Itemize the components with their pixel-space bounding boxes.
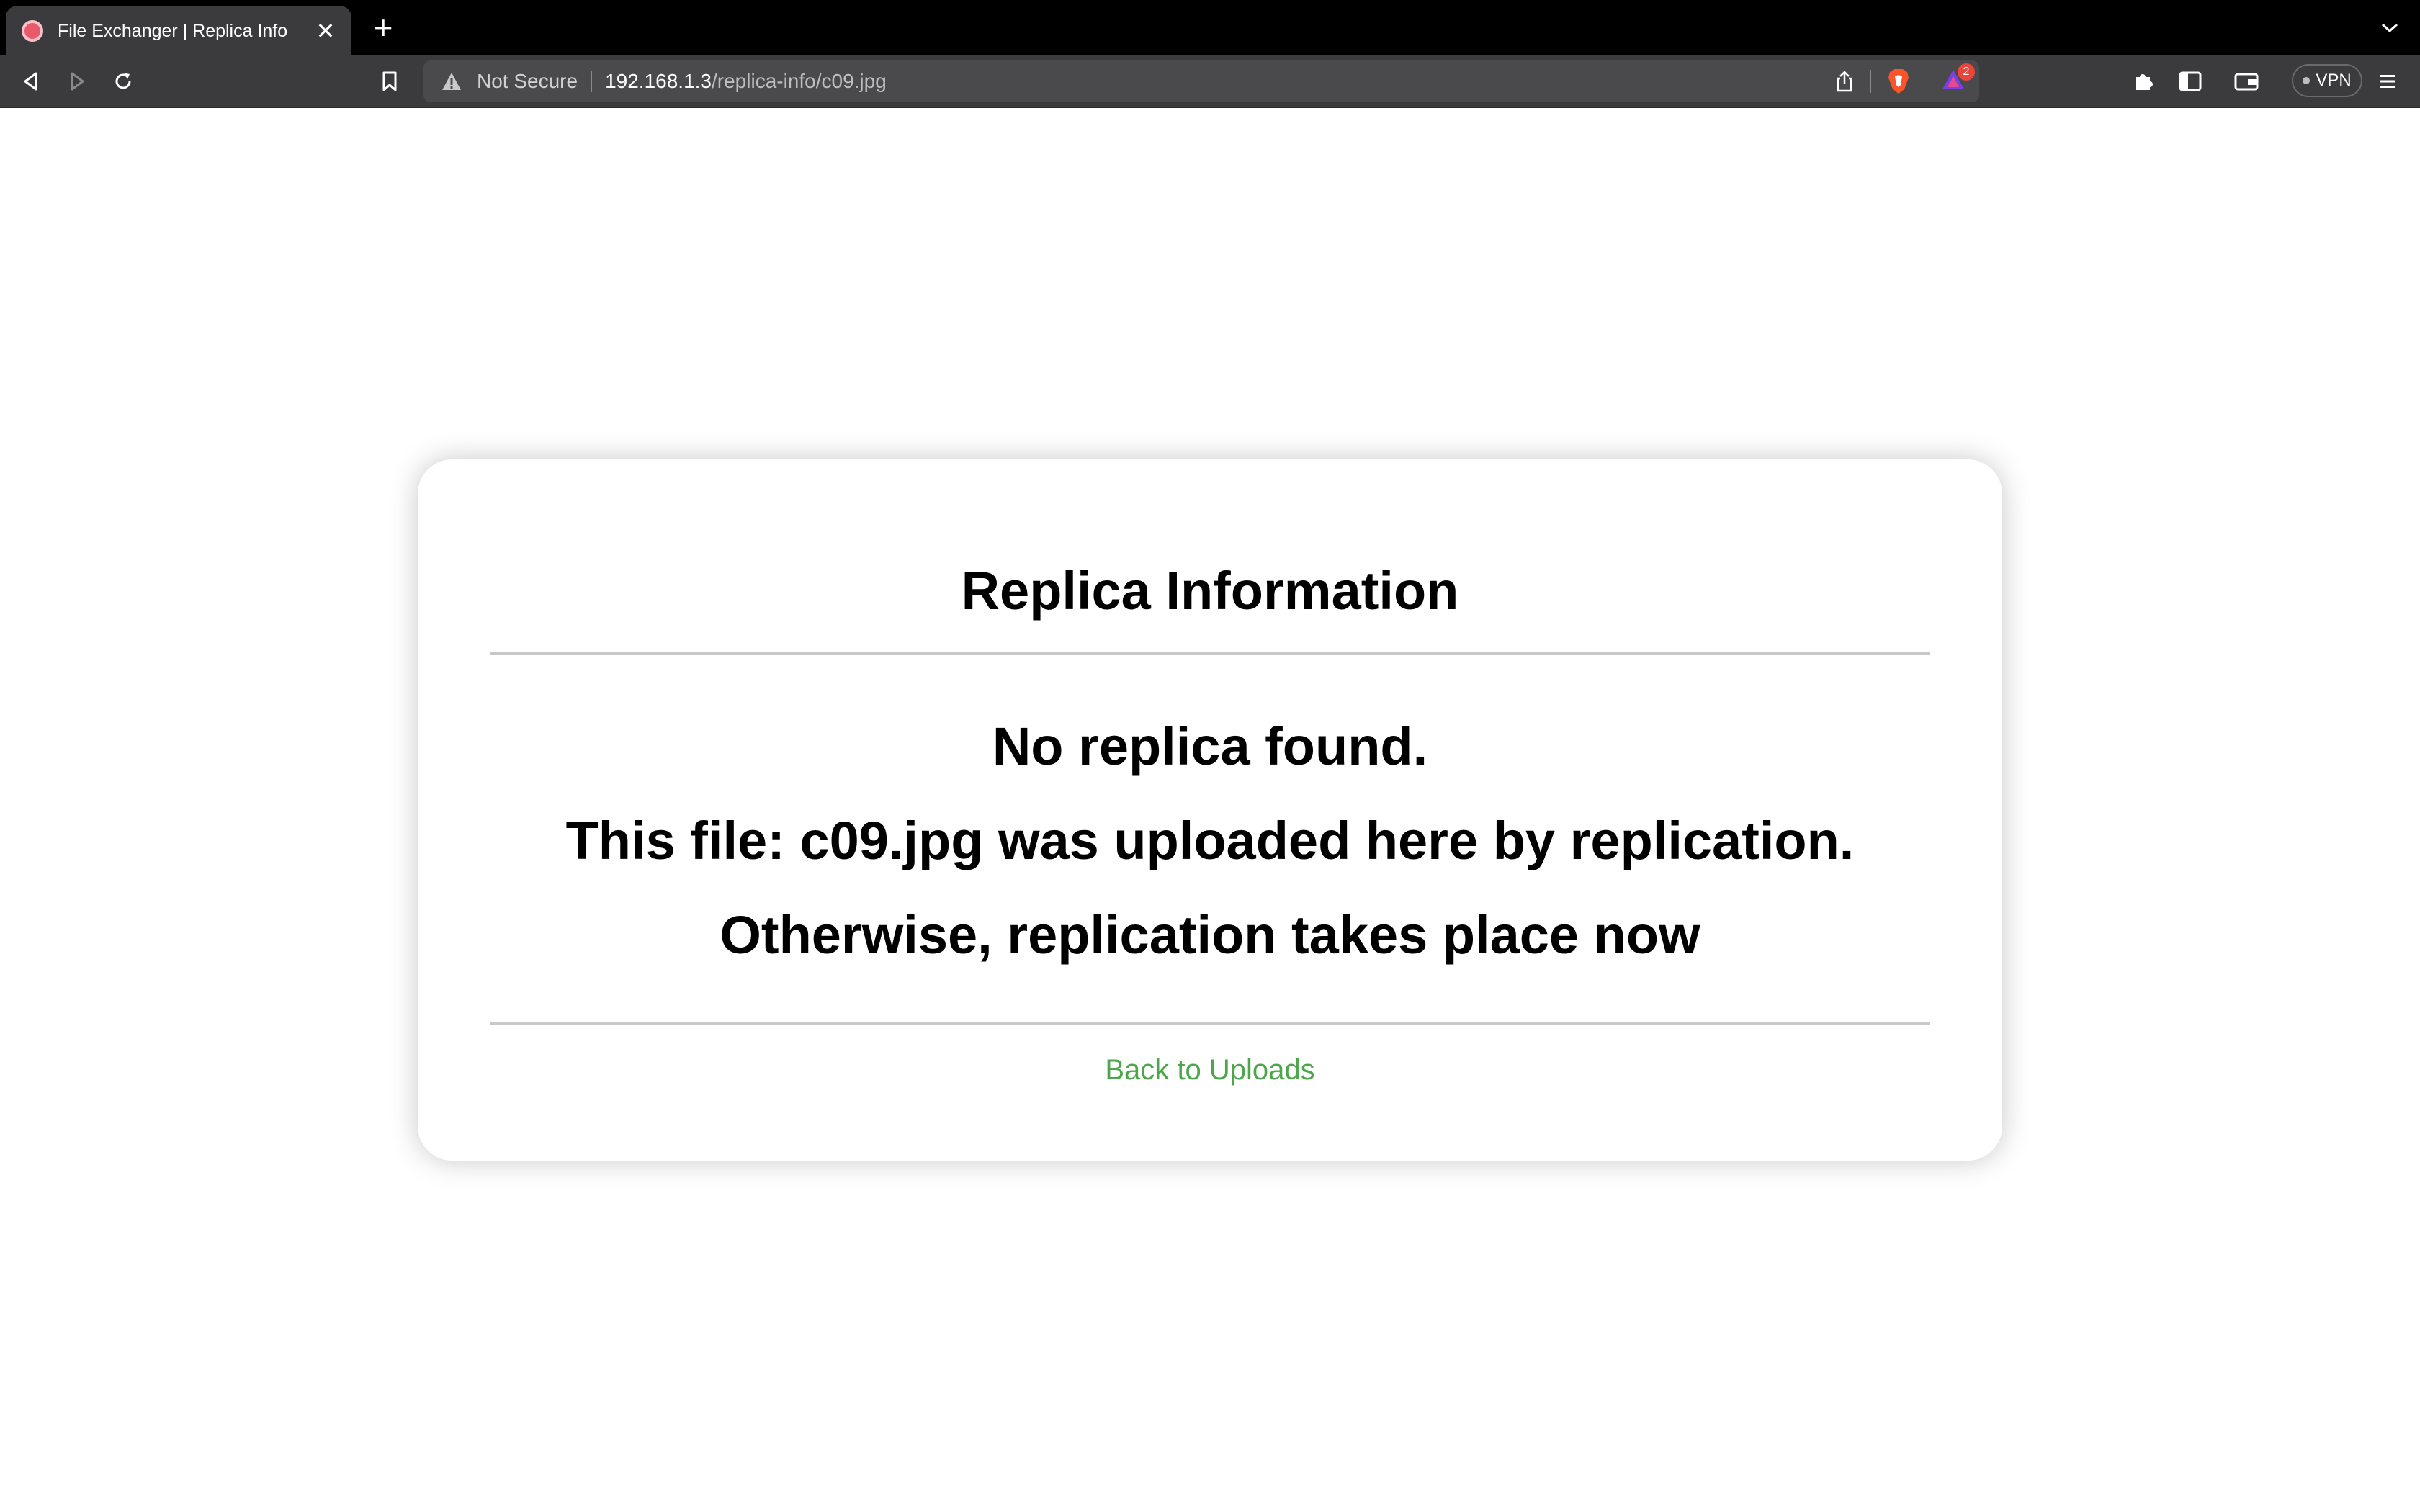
security-label[interactable]: Not Secure [477, 70, 578, 93]
warning-icon [442, 73, 461, 90]
vpn-status-dot [2303, 77, 2311, 84]
back-to-uploads-link[interactable]: Back to Uploads [418, 1054, 2002, 1086]
address-bar-actions: 2 [1834, 63, 1975, 96]
no-replica-message: No replica found. [992, 716, 1428, 776]
menu-button[interactable] [2374, 68, 2401, 95]
chevron-down-icon[interactable] [2380, 20, 2400, 35]
forward-button[interactable] [63, 68, 91, 95]
address-divider [591, 71, 593, 92]
wallet-icon [2234, 73, 2259, 91]
tab-strip: File Exchanger | Replica Info ✕ + [0, 0, 2420, 56]
sidebar-icon [2179, 71, 2202, 91]
actions-divider [1870, 70, 1871, 93]
back-button[interactable] [17, 68, 45, 95]
page-title: Replica Information [961, 561, 1459, 621]
share-icon[interactable] [1834, 70, 1855, 93]
browser-toolbar: Not Secure 192.168.1.3/replica-info/c09.… [0, 55, 2420, 108]
bookmark-icon [382, 71, 397, 91]
bottom-divider [490, 1022, 1930, 1025]
url-host: 192.168.1.3 [605, 70, 712, 92]
browser-tab[interactable]: File Exchanger | Replica Info ✕ [6, 6, 351, 56]
vpn-button[interactable]: VPN [2292, 64, 2362, 97]
reload-button[interactable] [109, 68, 137, 95]
brave-shields-icon[interactable] [1886, 68, 1912, 95]
replication-source-message: This file: c09.jpg was uploaded here by … [565, 811, 1855, 870]
hamburger-menu-icon [2380, 75, 2395, 88]
back-arrow-icon [24, 72, 37, 91]
sidebar-toggle-button[interactable] [2177, 68, 2204, 95]
brave-rewards-button[interactable]: 2 [1940, 63, 1975, 96]
rewards-badge: 2 [1958, 63, 1975, 81]
favicon-icon [22, 20, 43, 42]
url-path: /replica-info/c09.jpg [712, 70, 887, 92]
tab-title: File Exchanger | Replica Info [58, 20, 288, 41]
vpn-label: VPN [2316, 71, 2352, 90]
replication-status-message: Otherwise, replication takes place now [720, 905, 1700, 965]
extensions-button[interactable] [2129, 68, 2156, 95]
puzzle-icon [2136, 74, 2153, 90]
close-tab-icon[interactable]: ✕ [314, 19, 337, 42]
wallet-button[interactable] [2233, 68, 2260, 95]
bookmark-button[interactable] [376, 68, 403, 95]
replica-info-card: Replica Information No replica found. Th… [418, 459, 2002, 1161]
forward-arrow-icon [71, 72, 84, 91]
top-divider [490, 652, 1930, 655]
new-tab-button[interactable]: + [369, 11, 398, 44]
address-bar[interactable]: Not Secure 192.168.1.3/replica-info/c09.… [424, 60, 1979, 102]
reload-icon [115, 73, 131, 89]
